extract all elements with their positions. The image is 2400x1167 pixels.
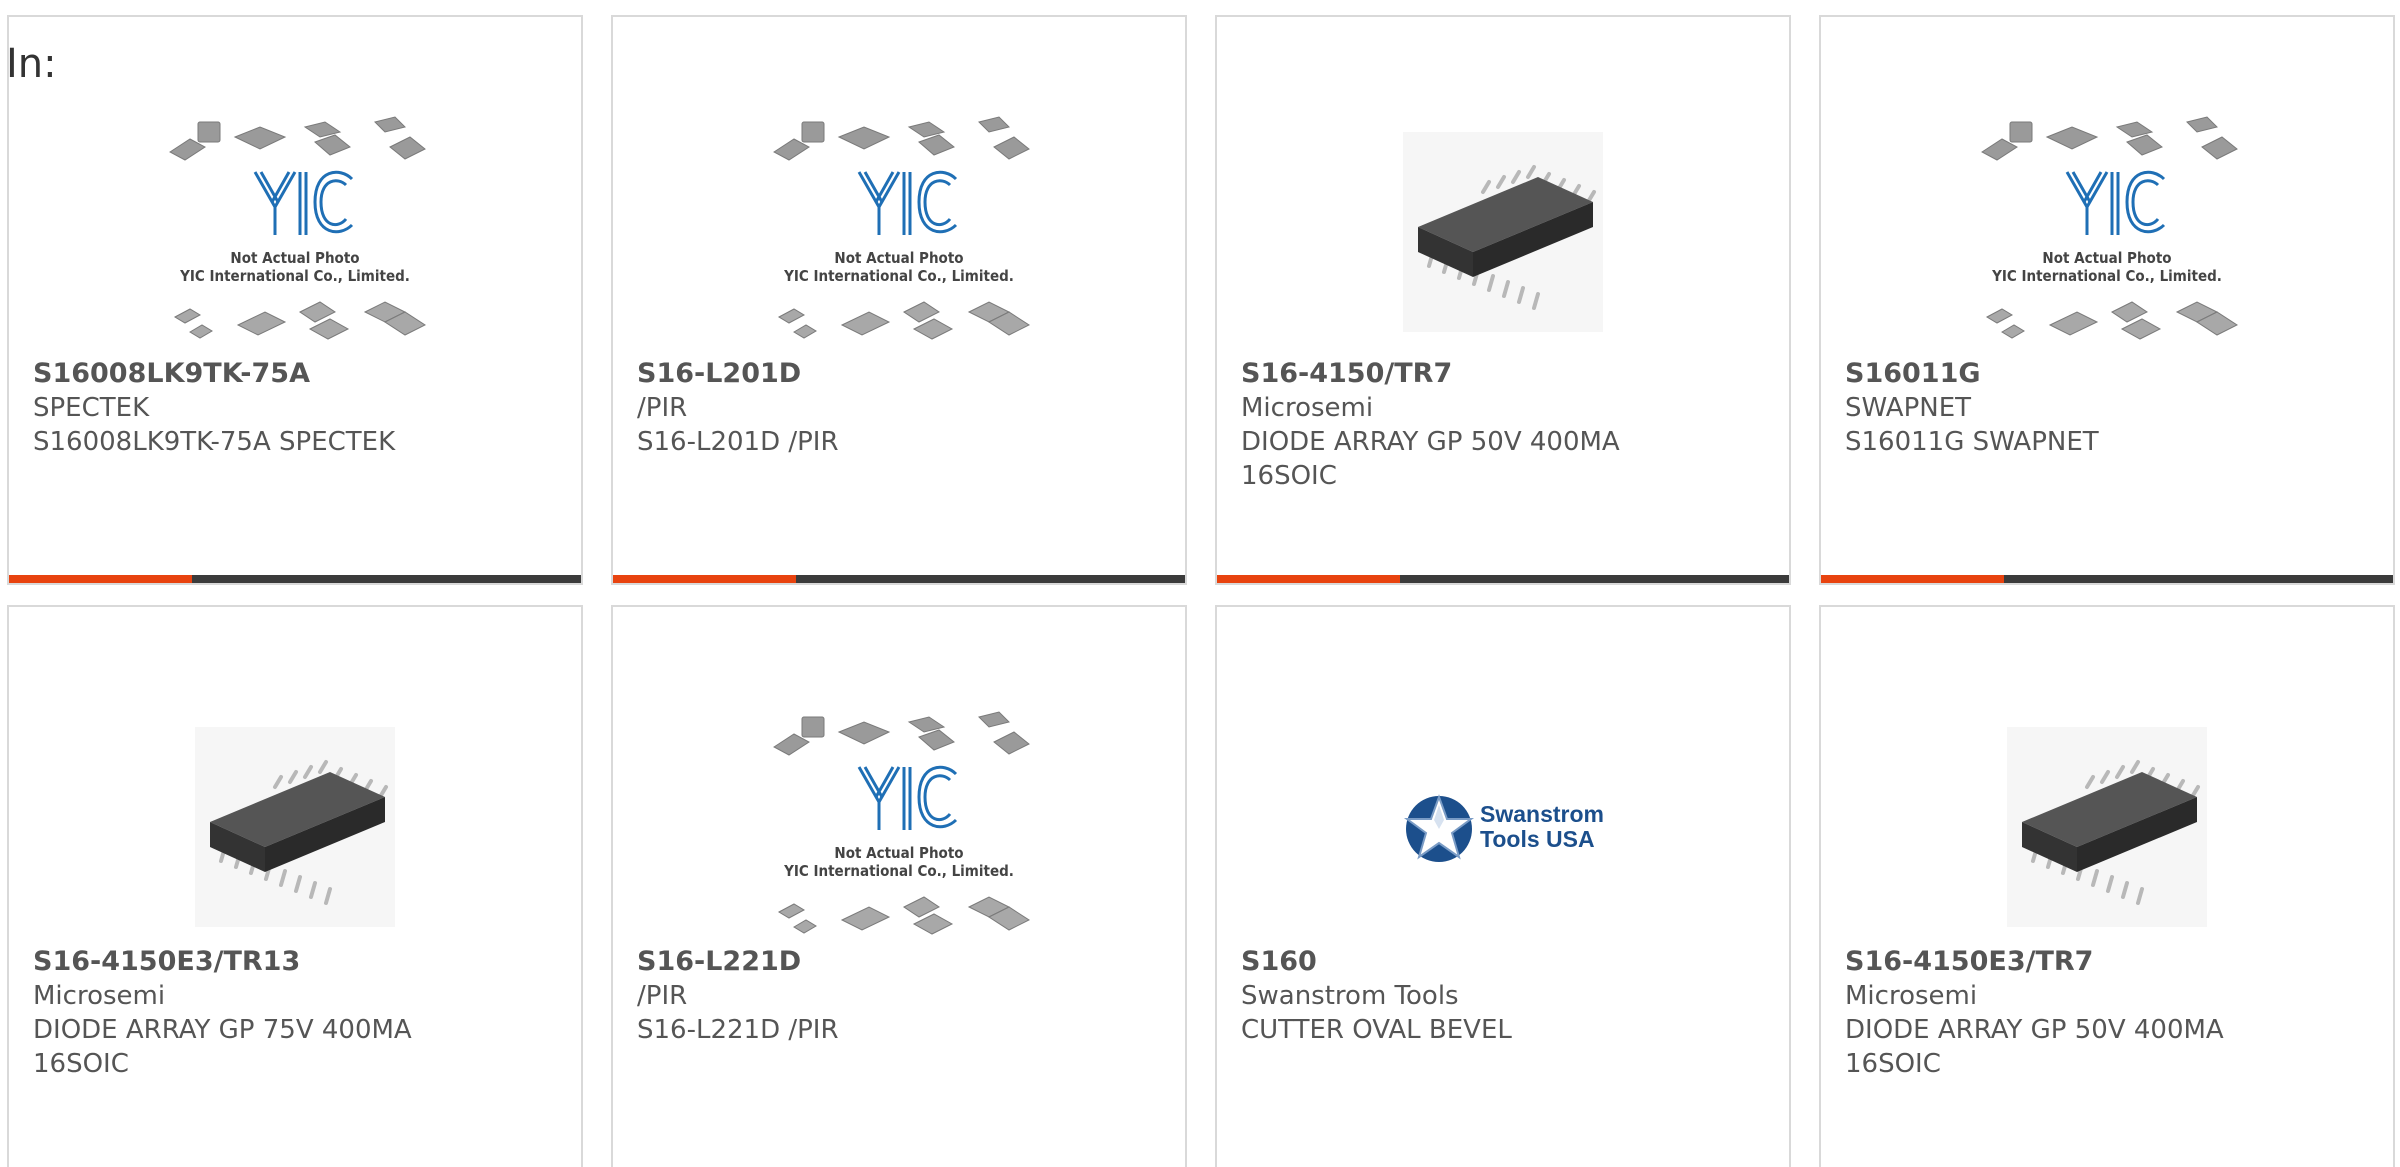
product-image[interactable]: Not Actual Photo YIC International Co., … [9, 97, 581, 367]
placeholder-caption: Not Actual Photo YIC International Co., … [764, 844, 1034, 880]
part-number-link[interactable]: S16-L221D [637, 945, 1165, 979]
logo-text-line: Tools USA [1480, 826, 1595, 852]
description: DIODE ARRAY GP 50V 400MA 16SOIC [1241, 427, 1620, 491]
manufacturer: Microsemi [1241, 393, 1374, 423]
manufacturer: Microsemi [33, 981, 166, 1011]
product-image[interactable]: Not Actual Photo YIC International Co., … [613, 692, 1185, 962]
yic-placeholder-image: Not Actual Photo YIC International Co., … [1972, 107, 2242, 357]
product-card[interactable]: S16-4150/TR7 Microsemi DIODE ARRAY GP 50… [1215, 15, 1791, 585]
search-prefix-label: In: [6, 41, 57, 87]
manufacturer: Microsemi [1845, 981, 1978, 1011]
card-accent-bar [1821, 575, 2004, 583]
product-card[interactable]: Swanstrom Tools USA S160 Swanstrom Tools… [1215, 605, 1791, 1167]
description: DIODE ARRAY GP 50V 400MA 16SOIC [1845, 1015, 2224, 1079]
product-card[interactable]: Not Actual Photo YIC International Co., … [611, 15, 1187, 585]
product-card[interactable]: Not Actual Photo YIC International Co., … [7, 15, 583, 585]
placeholder-caption-line: YIC International Co., Limited. [784, 862, 1014, 880]
part-number-link[interactable]: S16-4150/TR7 [1241, 357, 1769, 391]
placeholder-caption-line: YIC International Co., Limited. [180, 267, 410, 285]
part-number-link[interactable]: S16-L201D [637, 357, 1165, 391]
placeholder-caption: Not Actual Photo YIC International Co., … [160, 249, 430, 285]
product-grid-page: In: Not Actual Photo YIC International C… [0, 0, 2400, 1167]
manufacturer: Swanstrom Tools [1241, 981, 1459, 1011]
manufacturer: SWAPNET [1845, 393, 1972, 423]
placeholder-caption-line: Not Actual Photo [2042, 249, 2172, 267]
product-image[interactable] [1217, 97, 1789, 367]
placeholder-caption-line: Not Actual Photo [834, 844, 964, 862]
card-accent-bar [613, 575, 796, 583]
product-info: S16011G SWAPNET S16011G SWAPNET [1845, 357, 2373, 459]
card-bottom-bar [613, 575, 1185, 583]
card-bottom-bar [9, 575, 581, 583]
card-bottom-bar [1821, 575, 2393, 583]
product-info: S16-4150E3/TR13 Microsemi DIODE ARRAY GP… [33, 945, 561, 1081]
product-image[interactable] [9, 692, 581, 962]
product-image[interactable]: Not Actual Photo YIC International Co., … [1821, 97, 2393, 367]
part-number-link[interactable]: S16-4150E3/TR7 [1845, 945, 2373, 979]
placeholder-caption-line: Not Actual Photo [230, 249, 360, 267]
yic-placeholder-image: Not Actual Photo YIC International Co., … [764, 107, 1034, 357]
description: DIODE ARRAY GP 75V 400MA 16SOIC [33, 1015, 412, 1079]
chip-thumbnails-icon [773, 711, 1031, 935]
description: CUTTER OVAL BEVEL [1241, 1015, 1512, 1045]
swanstrom-logo: Swanstrom Tools USA [1402, 791, 1604, 863]
placeholder-caption: Not Actual Photo YIC International Co., … [1972, 249, 2242, 285]
soic16-chip-image [1403, 132, 1603, 332]
product-info: S16-4150E3/TR7 Microsemi DIODE ARRAY GP … [1845, 945, 2373, 1081]
product-info: S16-L221D /PIR S16-L221D /PIR [637, 945, 1165, 1047]
manufacturer: SPECTEK [33, 393, 150, 423]
yic-placeholder-image: Not Actual Photo YIC International Co., … [160, 107, 430, 357]
product-info: S16008LK9TK-75A SPECTEK S16008LK9TK-75A … [33, 357, 561, 459]
product-card[interactable]: S16-4150E3/TR7 Microsemi DIODE ARRAY GP … [1819, 605, 2395, 1167]
part-number-link[interactable]: S16-4150E3/TR13 [33, 945, 561, 979]
swanstrom-logo-text: Swanstrom Tools USA [1480, 802, 1604, 852]
manufacturer: /PIR [637, 393, 688, 423]
product-card[interactable]: Not Actual Photo YIC International Co., … [611, 605, 1187, 1167]
description: S16-L201D /PIR [637, 427, 839, 457]
chip-thumbnails-icon [1981, 116, 2239, 340]
product-card[interactable]: S16-4150E3/TR13 Microsemi DIODE ARRAY GP… [7, 605, 583, 1167]
product-info: S16-L201D /PIR S16-L201D /PIR [637, 357, 1165, 459]
soic16-chip-image [195, 727, 395, 927]
logo-text-line: Swanstrom [1480, 801, 1604, 827]
placeholder-caption-line: YIC International Co., Limited. [1992, 267, 2222, 285]
yic-placeholder-image: Not Actual Photo YIC International Co., … [764, 702, 1034, 952]
star-logo-icon [1403, 794, 1475, 862]
description: S16008LK9TK-75A SPECTEK [33, 427, 396, 457]
part-number-link[interactable]: S16011G [1845, 357, 2373, 391]
part-number-link[interactable]: S16008LK9TK-75A [33, 357, 561, 391]
product-info: S160 Swanstrom Tools CUTTER OVAL BEVEL [1241, 945, 1769, 1047]
card-accent-bar [1217, 575, 1400, 583]
card-bottom-bar [1217, 575, 1789, 583]
product-info: S16-4150/TR7 Microsemi DIODE ARRAY GP 50… [1241, 357, 1769, 493]
part-number-link[interactable]: S160 [1241, 945, 1769, 979]
description: S16-L221D /PIR [637, 1015, 839, 1045]
product-image[interactable]: Not Actual Photo YIC International Co., … [613, 97, 1185, 367]
chip-thumbnails-icon [169, 116, 427, 340]
description: S16011G SWAPNET [1845, 427, 2099, 457]
product-image[interactable]: Swanstrom Tools USA [1217, 692, 1789, 962]
chip-thumbnails-icon [773, 116, 1031, 340]
placeholder-caption-line: YIC International Co., Limited. [784, 267, 1014, 285]
soic16-chip-image [2007, 727, 2207, 927]
placeholder-caption-line: Not Actual Photo [834, 249, 964, 267]
card-accent-bar [9, 575, 192, 583]
placeholder-caption: Not Actual Photo YIC International Co., … [764, 249, 1034, 285]
manufacturer: /PIR [637, 981, 688, 1011]
product-image[interactable] [1821, 692, 2393, 962]
product-card[interactable]: Not Actual Photo YIC International Co., … [1819, 15, 2395, 585]
